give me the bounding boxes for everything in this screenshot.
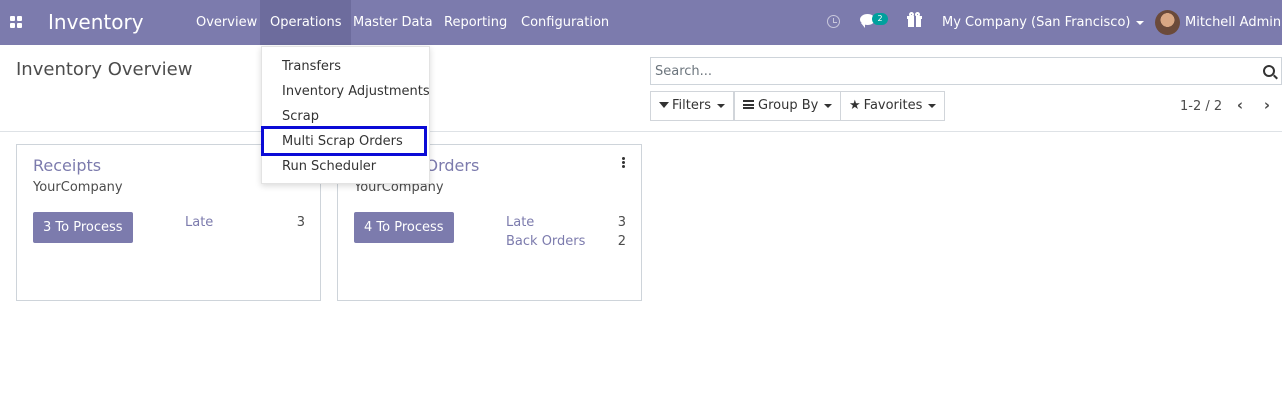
menu-item-transfers[interactable]: Transfers [282, 59, 341, 74]
company-switcher[interactable]: My Company (San Francisco) [942, 0, 1145, 45]
menu-reporting[interactable]: Reporting [434, 0, 517, 45]
operations-dropdown: Transfers Inventory Adjustments Scrap Mu… [261, 46, 430, 184]
back-orders-count: 2 [617, 234, 626, 249]
gift-icon[interactable] [907, 12, 922, 27]
user-avatar[interactable] [1155, 10, 1180, 35]
kebab-menu-icon[interactable] [622, 157, 625, 168]
late-count: 3 [296, 215, 305, 230]
filters-label: Filters [672, 98, 711, 113]
apps-menu-icon[interactable] [10, 16, 23, 29]
pager-next-icon[interactable]: › [1260, 97, 1274, 113]
back-orders-link[interactable]: Back Orders [506, 234, 585, 249]
favorites-label: Favorites [863, 98, 923, 113]
late-link[interactable]: Late [185, 215, 213, 230]
card-company: YourCompany [33, 180, 123, 195]
search-icon[interactable] [1263, 65, 1275, 77]
late-count: 3 [617, 215, 626, 230]
filter-icon [659, 101, 669, 108]
menu-item-inventory-adjustments[interactable]: Inventory Adjustments [282, 84, 430, 99]
menu-overview[interactable]: Overview [186, 0, 267, 45]
page-title: Inventory Overview [16, 59, 193, 80]
top-navbar: Inventory Overview Operations Master Dat… [0, 0, 1282, 45]
favorites-button[interactable]: ★ Favorites [840, 91, 946, 121]
to-process-button[interactable]: 4 To Process [354, 212, 454, 243]
chat-count-badge: 2 [872, 13, 888, 25]
menu-item-run-scheduler[interactable]: Run Scheduler [282, 159, 376, 174]
control-panel: Inventory Overview Filters Group By ★Fav… [0, 45, 1282, 132]
search-input[interactable] [655, 58, 1245, 84]
menu-operations[interactable]: Operations [260, 0, 352, 45]
pager-value[interactable]: 1-2 / 2 [1180, 99, 1222, 114]
activity-clock-icon[interactable] [827, 15, 840, 28]
card-title[interactable]: Receipts [33, 156, 101, 175]
chevron-down-icon [716, 103, 725, 108]
menu-item-scrap[interactable]: Scrap [282, 109, 319, 124]
star-icon: ★ [849, 98, 861, 113]
chevron-down-icon [928, 103, 937, 108]
app-title[interactable]: Inventory [48, 10, 144, 34]
menu-configuration[interactable]: Configuration [511, 0, 619, 45]
late-link[interactable]: Late [506, 215, 534, 230]
chevron-down-icon [1136, 20, 1145, 25]
company-name: My Company (San Francisco) [942, 15, 1131, 30]
user-menu[interactable]: Mitchell Admin [1185, 0, 1281, 45]
highlight-box [261, 126, 427, 156]
group-by-button[interactable]: Group By [734, 91, 842, 121]
group-by-label: Group By [758, 98, 819, 113]
pager-previous-icon[interactable]: ‹ [1233, 97, 1247, 113]
menu-master-data[interactable]: Master Data [343, 0, 443, 45]
to-process-button[interactable]: 3 To Process [33, 212, 133, 243]
chevron-down-icon [824, 103, 833, 108]
bars-icon [743, 100, 754, 109]
filters-button[interactable]: Filters [650, 91, 734, 121]
search-box[interactable] [650, 57, 1282, 85]
